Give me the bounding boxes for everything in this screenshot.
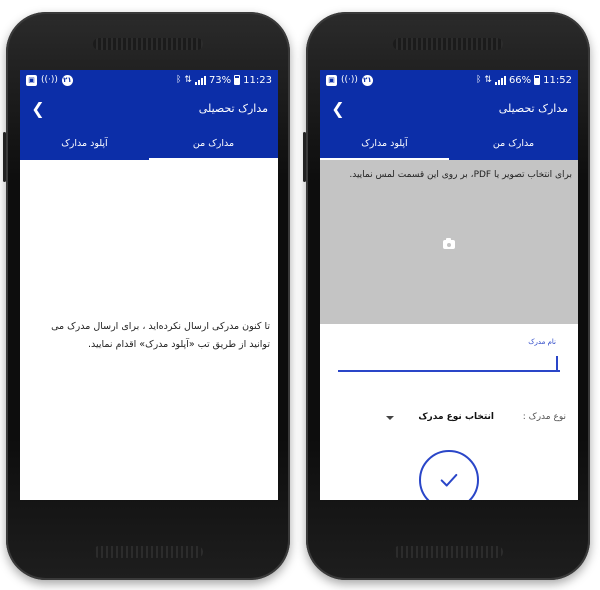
chevron-left-icon[interactable]: ❮ — [330, 99, 346, 118]
chevron-left-icon[interactable]: ❮ — [30, 99, 46, 118]
tab-bar: مدارک من آپلود مدارک — [20, 126, 278, 160]
status-bar: ▣ ((·)) ٢١ ᛒ ⇅ 66% 11:52 — [320, 70, 578, 90]
app-bar: ❮ مدارک تحصیلی — [20, 90, 278, 126]
document-type-select[interactable]: انتخاب نوع مدرک — [418, 412, 494, 422]
page-title: مدارک تحصیلی — [198, 101, 268, 115]
app-bar: ❮ مدارک تحصیلی — [320, 90, 578, 126]
network-icon: ⇅ — [184, 75, 192, 85]
text-cursor — [556, 356, 558, 370]
confirm-button[interactable] — [419, 450, 479, 500]
page-title: مدارک تحصیلی — [498, 101, 568, 115]
caret-down-icon[interactable] — [386, 416, 394, 420]
screen-left: ▣ ((·)) ٢١ ᛒ ⇅ 73% 11:23 ❮ مدارک تحصیلی … — [20, 70, 278, 500]
gallery-notification-icon: ▣ — [326, 74, 337, 86]
clock: 11:23 — [243, 74, 272, 86]
signal-icon — [194, 75, 206, 85]
document-name-label: نام مدرک — [528, 338, 556, 346]
app-notification-icon: ٢١ — [61, 74, 73, 86]
speaker-top — [93, 38, 203, 50]
app-notification-icon: ٢١ — [361, 74, 373, 86]
speaker-bottom — [93, 546, 203, 558]
network-icon: ⇅ — [484, 75, 492, 85]
speaker-bottom — [393, 546, 503, 558]
phone-frame-right: ▣ ((·)) ٢١ ᛒ ⇅ 66% 11:52 ❮ مدارک تحصیلی … — [303, 12, 590, 580]
tab-bar: مدارک من آپلود مدارک — [320, 126, 578, 160]
tab-my-documents[interactable]: مدارک من — [449, 126, 578, 160]
empty-state-message: تا کنون مدرکی ارسال نکرده‌اید ، برای ارس… — [51, 321, 270, 350]
screen-right: ▣ ((·)) ٢١ ᛒ ⇅ 66% 11:52 ❮ مدارک تحصیلی … — [320, 70, 578, 500]
clock: 11:52 — [543, 74, 572, 86]
speaker-top — [393, 38, 503, 50]
tab-my-documents[interactable]: مدارک من — [149, 126, 278, 160]
document-type-row: نوع مدرک : انتخاب نوع مدرک — [320, 408, 578, 428]
check-icon — [440, 473, 458, 487]
battery-percent: 66% — [508, 74, 532, 86]
upload-area[interactable]: برای انتخاب تصویر یا PDF، بر روی این قسم… — [320, 160, 578, 324]
battery-icon — [534, 75, 541, 85]
signal-icon — [494, 75, 506, 85]
document-name-input[interactable] — [338, 350, 560, 372]
upload-hint: برای انتخاب تصویر یا PDF، بر روی این قسم… — [349, 170, 572, 180]
gallery-notification-icon: ▣ — [26, 74, 37, 86]
bluetooth-icon: ᛒ — [475, 75, 482, 85]
tab-upload-documents[interactable]: آپلود مدارک — [320, 126, 449, 160]
document-type-label: نوع مدرک : — [522, 412, 566, 422]
battery-percent: 73% — [208, 74, 232, 86]
battery-icon — [234, 75, 241, 85]
tab-upload-documents[interactable]: آپلود مدارک — [20, 126, 149, 160]
bluetooth-icon: ᛒ — [175, 75, 182, 85]
hotspot-icon: ((·)) — [41, 75, 58, 85]
phone-frame-left: ▣ ((·)) ٢١ ᛒ ⇅ 73% 11:23 ❮ مدارک تحصیلی … — [3, 12, 290, 580]
hotspot-icon: ((·)) — [341, 75, 358, 85]
camera-icon — [443, 238, 455, 249]
status-bar: ▣ ((·)) ٢١ ᛒ ⇅ 73% 11:23 — [20, 70, 278, 90]
